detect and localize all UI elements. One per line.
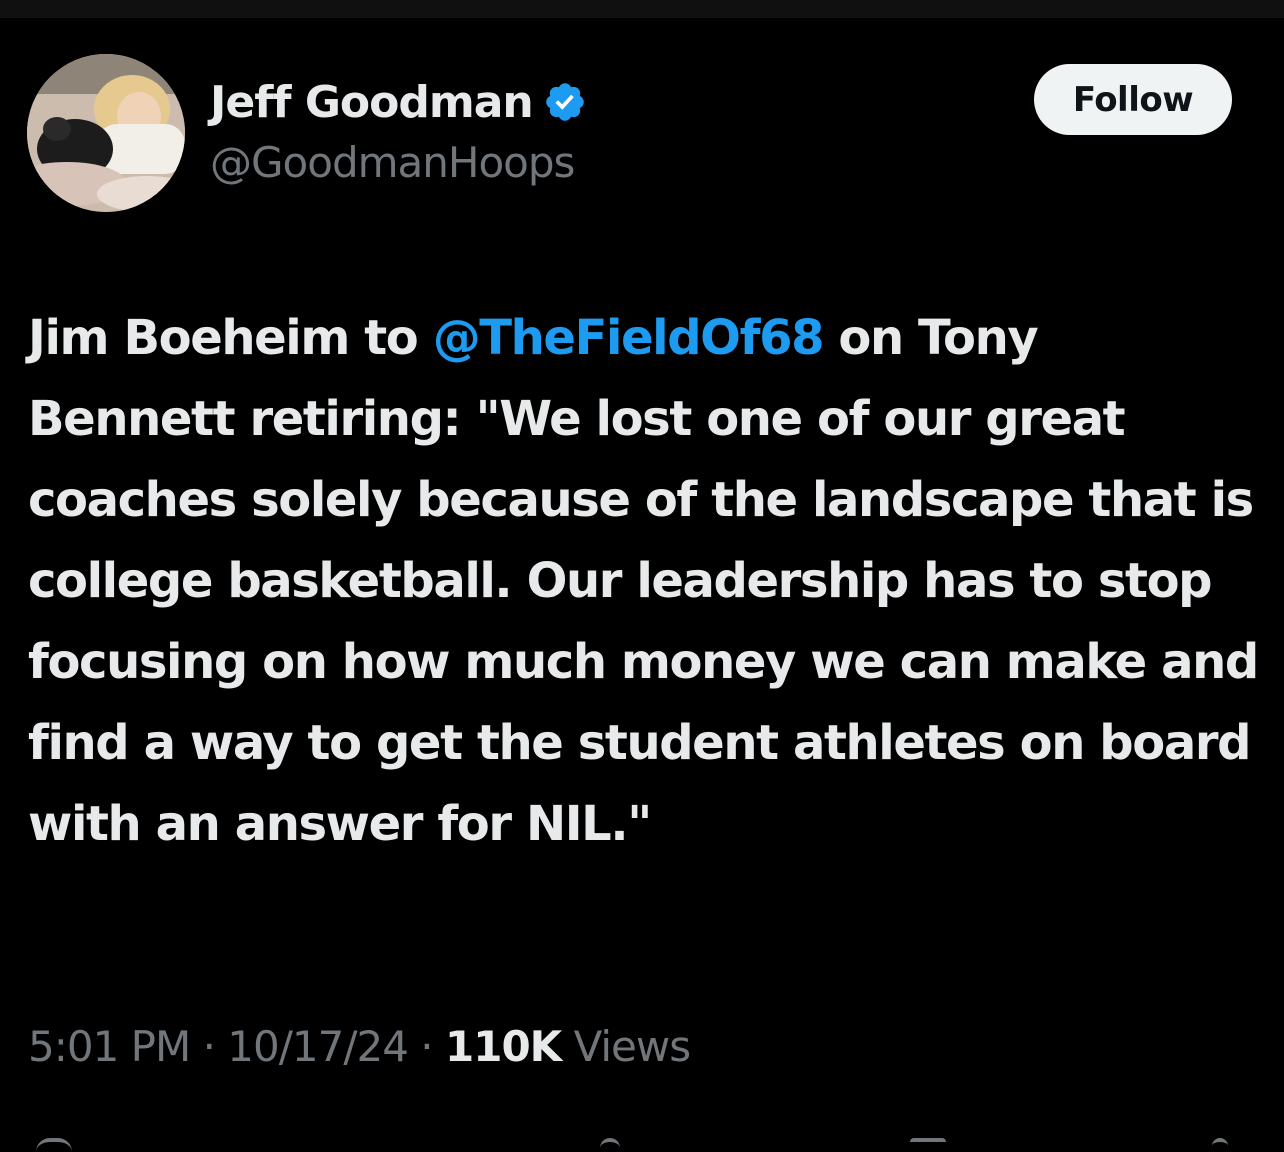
mention-link[interactable]: @TheFieldOf68 — [433, 310, 825, 366]
follow-button[interactable]: Follow — [1034, 64, 1232, 135]
author-handle[interactable]: @GoodmanHoops — [210, 138, 575, 187]
avatar[interactable] — [27, 54, 185, 212]
action-bar — [0, 1126, 1284, 1143]
tweet-time[interactable]: 5:01 PM — [28, 1022, 191, 1071]
tweet-meta: 5:01 PM · 10/17/24 · 110K Views — [28, 1022, 692, 1071]
verified-badge-icon — [543, 80, 587, 124]
status-strip — [0, 0, 1284, 18]
like-icon[interactable] — [600, 1138, 620, 1152]
profile-photo-icon — [27, 54, 185, 212]
meta-separator: · — [407, 1022, 445, 1071]
tweet-text-part: Jim Boeheim to — [28, 310, 433, 366]
bookmark-icon[interactable] — [910, 1138, 946, 1152]
views-label: Views — [561, 1022, 692, 1071]
tweet-text: Jim Boeheim to @TheFieldOf68 on Tony Ben… — [28, 298, 1259, 865]
author-name-row[interactable]: Jeff Goodman — [210, 72, 587, 132]
meta-separator: · — [190, 1022, 228, 1071]
tweet-date[interactable]: 10/17/24 — [227, 1022, 409, 1071]
tweet-text-part: on Tony Bennett retiring: "We lost one o… — [28, 310, 1259, 852]
author-display-name[interactable]: Jeff Goodman — [210, 77, 534, 128]
reply-icon[interactable] — [36, 1138, 72, 1152]
share-icon[interactable] — [1212, 1138, 1228, 1152]
views-count: 110K — [445, 1022, 562, 1071]
